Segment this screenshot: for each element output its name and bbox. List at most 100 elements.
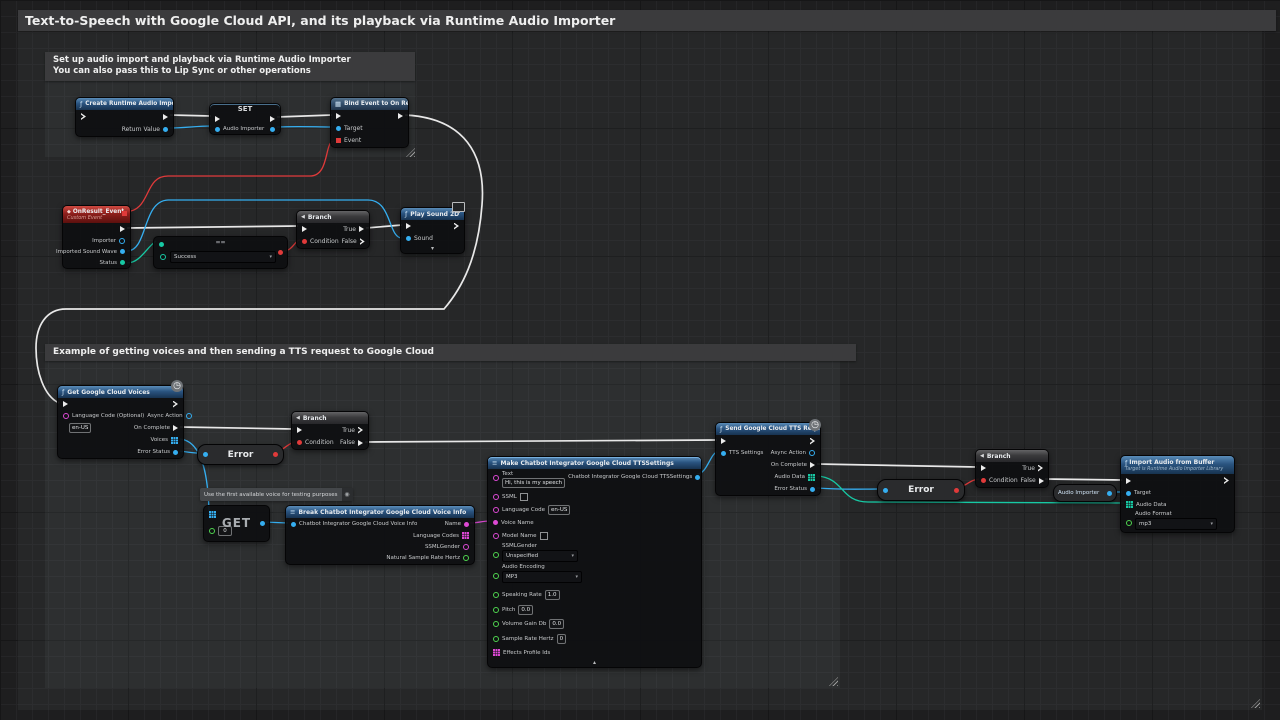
model-name-pin[interactable] <box>493 533 499 539</box>
on-complete-pin[interactable] <box>810 462 815 468</box>
exec-out-pin[interactable] <box>270 116 275 122</box>
name-pin[interactable] <box>464 522 469 527</box>
node-array-get[interactable]: 0 GET <box>203 505 270 542</box>
tts-settings-pin[interactable] <box>721 451 726 456</box>
true-pin[interactable] <box>358 427 363 434</box>
audio-data-array-pin[interactable] <box>808 474 815 481</box>
exec-out-pin[interactable] <box>1224 477 1229 484</box>
node-create-runtime-audio-importer[interactable]: ƒ Create Runtime Audio Importer Return V… <box>75 97 174 137</box>
eq-value-dropdown[interactable]: Success ▾ <box>170 251 276 263</box>
error-in-pin[interactable] <box>203 452 208 457</box>
node-error-macro-1[interactable]: Error <box>197 444 284 465</box>
target-pin[interactable] <box>1126 491 1131 496</box>
ssml-checkbox[interactable] <box>520 493 528 501</box>
language-code-pin[interactable] <box>493 507 499 513</box>
node-send-tts-request[interactable]: ƒ Send Google Cloud TTS Request TTS Sett… <box>715 422 821 496</box>
text-field[interactable]: Hi, this is my speech <box>502 478 565 488</box>
async-action-pin[interactable] <box>809 450 815 456</box>
bubble-pin-icon[interactable]: ◉ <box>342 488 353 501</box>
status-pin[interactable] <box>120 260 125 265</box>
pitch-pin[interactable] <box>493 607 499 613</box>
error-out-pin[interactable] <box>273 452 278 457</box>
node-bind-event-to-on-result[interactable]: ▦ Bind Event to On Result Target Event <box>330 97 409 148</box>
condition-pin[interactable] <box>302 239 307 244</box>
sample-rate-pin[interactable] <box>493 636 499 642</box>
collapse-chevron-icon[interactable]: ▴ <box>488 659 701 667</box>
node-make-tts-settings[interactable]: ≡ Make Chatbot Integrator Google Cloud T… <box>487 456 702 668</box>
node-branch-1[interactable]: ◀ Branch True Condition False <box>296 210 370 249</box>
language-code-pin[interactable] <box>63 413 69 419</box>
speaking-rate-field[interactable]: 1.0 <box>545 590 560 600</box>
exec-out-pin[interactable] <box>163 114 168 120</box>
exec-in-pin[interactable] <box>336 113 341 119</box>
exec-in-pin[interactable] <box>1126 478 1131 484</box>
condition-pin[interactable] <box>297 440 302 445</box>
voice-name-pin[interactable] <box>493 520 498 525</box>
pitch-field[interactable]: 0.0 <box>518 605 533 615</box>
exec-out-pin[interactable] <box>120 226 125 232</box>
ssml-gender-pin[interactable] <box>463 544 469 550</box>
model-name-checkbox[interactable] <box>540 532 548 540</box>
exec-in-pin[interactable] <box>215 116 220 122</box>
exec-in-pin[interactable] <box>81 113 86 120</box>
node-import-audio-from-buffer[interactable]: ƒ Import Audio from Buffer Target is Run… <box>1120 455 1235 533</box>
exec-out-pin[interactable] <box>173 401 178 408</box>
return-value-pin[interactable] <box>163 127 168 132</box>
voices-array-pin[interactable] <box>171 437 178 444</box>
eq-input-b-pin[interactable] <box>160 254 166 260</box>
sample-rate-field[interactable]: 0 <box>557 634 567 644</box>
on-complete-pin[interactable] <box>173 425 178 431</box>
variable-out-pin[interactable] <box>1107 491 1112 496</box>
false-pin[interactable] <box>1039 478 1044 484</box>
node-onresult-event[interactable]: ◆ OnResult_Event Custom Event Importer I… <box>62 205 131 269</box>
language-code-field[interactable]: en-US <box>69 423 91 433</box>
audio-importer-in-pin[interactable] <box>215 127 220 132</box>
node-get-google-cloud-voices[interactable]: ƒ Get Google Cloud Voices Language Code … <box>57 385 184 459</box>
eq-input-a-pin[interactable] <box>159 242 164 247</box>
eq-result-pin[interactable] <box>278 250 283 255</box>
audio-encoding-dropdown[interactable]: MP3 ▾ <box>502 571 582 583</box>
ssml-gender-pin[interactable] <box>493 552 499 558</box>
exec-in-pin[interactable] <box>981 465 986 471</box>
async-action-pin[interactable] <box>186 413 192 419</box>
audio-format-dropdown[interactable]: mp3 ▾ <box>1135 518 1217 530</box>
effects-profile-array-pin[interactable] <box>493 649 500 656</box>
importer-pin[interactable] <box>119 238 125 244</box>
exec-out-pin[interactable] <box>398 113 403 119</box>
ssml-pin[interactable] <box>493 494 499 500</box>
sound-pin[interactable] <box>406 236 411 241</box>
natural-sample-rate-pin[interactable] <box>463 555 469 561</box>
exec-out-pin[interactable] <box>454 223 459 230</box>
error-in-pin[interactable] <box>883 488 888 493</box>
volume-gain-field[interactable]: 0.0 <box>549 619 564 629</box>
node-comment-bubble[interactable]: Use the first available voice for testin… <box>200 488 353 501</box>
imported-sound-wave-pin[interactable] <box>120 249 125 254</box>
error-status-pin[interactable] <box>173 450 178 455</box>
blueprint-graph[interactable]: Text-to-Speech with Google Cloud API, an… <box>0 0 1280 720</box>
volume-gain-pin[interactable] <box>493 621 499 627</box>
false-pin[interactable] <box>360 238 365 245</box>
struct-in-pin[interactable] <box>291 522 296 527</box>
node-audio-importer-variable[interactable]: Audio Importer <box>1053 484 1117 502</box>
error-out-pin[interactable] <box>954 488 959 493</box>
audio-importer-out-pin[interactable] <box>270 127 275 132</box>
event-delegate-pin[interactable] <box>336 138 341 143</box>
node-branch-3[interactable]: ◀ Branch True Condition False <box>975 449 1049 488</box>
text-pin[interactable] <box>493 475 499 481</box>
false-pin[interactable] <box>358 440 363 446</box>
true-pin[interactable] <box>359 226 364 232</box>
audio-data-array-pin[interactable] <box>1126 501 1133 508</box>
exec-in-pin[interactable] <box>297 427 302 433</box>
exec-in-pin[interactable] <box>63 401 68 407</box>
node-equals[interactable]: == Success ▾ <box>153 236 288 269</box>
node-set-audio-importer[interactable]: SET Audio Importer <box>209 103 281 135</box>
exec-in-pin[interactable] <box>406 223 411 229</box>
node-error-macro-2[interactable]: Error <box>877 479 965 501</box>
exec-in-pin[interactable] <box>302 226 307 232</box>
tts-settings-out-pin[interactable] <box>695 475 700 480</box>
speaking-rate-pin[interactable] <box>493 592 499 598</box>
element-out-pin[interactable] <box>260 521 265 526</box>
true-pin[interactable] <box>1038 465 1043 472</box>
audio-encoding-pin[interactable] <box>493 573 499 579</box>
ssml-gender-dropdown[interactable]: Unspecified ▾ <box>502 550 578 562</box>
